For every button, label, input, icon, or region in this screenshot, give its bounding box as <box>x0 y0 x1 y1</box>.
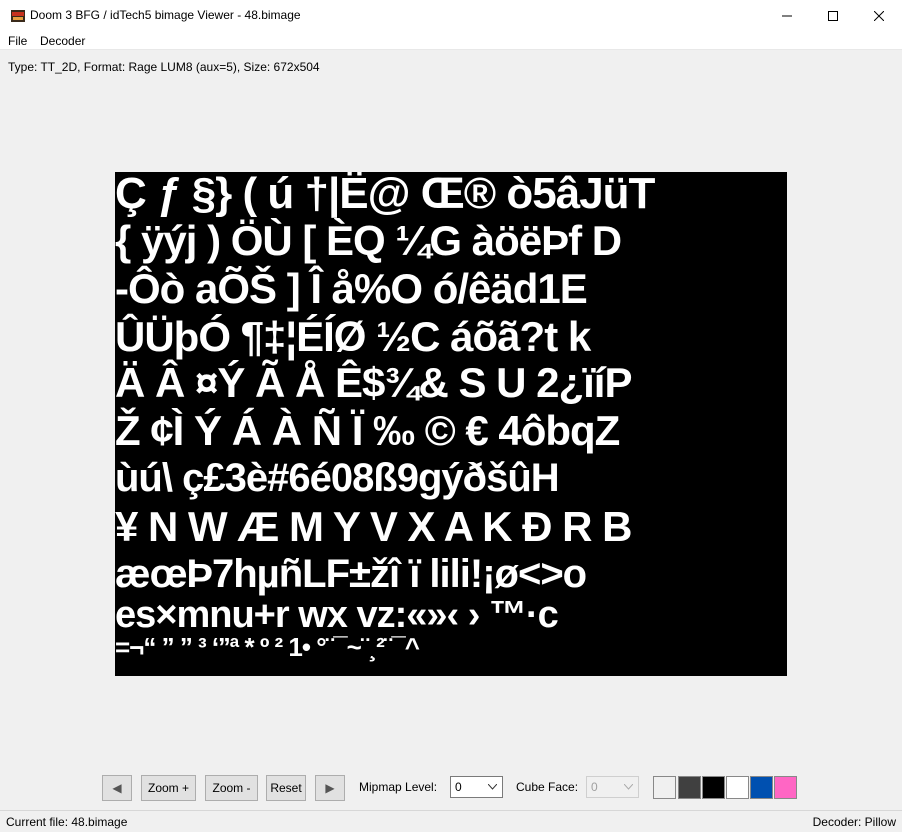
current-file-status: Current file: 48.bimage <box>6 815 128 829</box>
mipmap-value: 0 <box>455 780 462 794</box>
glyph-row: -Ôò aÕŠ ] Î å%O ó/êäd1E <box>115 265 588 312</box>
minimize-button[interactable] <box>764 0 810 31</box>
glyph-row: Ç ƒ §} ( ú †|Ë@ Œ® ò5âJüT <box>115 172 655 218</box>
prev-button[interactable]: ◀ <box>102 775 132 801</box>
title-bar: Doom 3 BFG / idTech5 bimage Viewer - 48.… <box>0 0 902 31</box>
zoom-out-button[interactable]: Zoom - <box>205 775 258 801</box>
glyph-row: Ä Â ¤Ý Ã Å Ê$¾& S U 2¿ïíP <box>115 359 632 406</box>
glyph-row: ùú\ ç£3è#6é08ß9gýðšûH <box>115 456 560 500</box>
glyph-row: ÛÜþÓ ¶‡¦ÉÍØ ½C áõã?t k <box>115 313 591 360</box>
glyph-row: =¬“ ” ” ³ ‘’’ª * º ² 1• °¨¯~¨¸²¨¯^ <box>115 632 420 662</box>
cube-face-select[interactable]: 0 <box>586 776 639 798</box>
menu-file[interactable]: File <box>8 34 27 48</box>
glyph-row: es×mnu+r wx vz:«»‹ › ™·c <box>115 594 559 636</box>
mipmap-select[interactable]: 0 <box>450 776 503 798</box>
image-canvas[interactable]: Ç ƒ §} ( ú †|Ë@ Œ® ò5âJüT { ÿýj ) ÖÙ [ È… <box>115 172 787 676</box>
status-bar: Current file: 48.bimage Decoder: Pillow <box>0 810 902 832</box>
glyph-row: Ž ¢Ì Ý Á À Ñ Ï ‰ © € 4ôbqZ <box>115 407 620 454</box>
glyph-row: ¥ N W Æ M Y V X A K Đ R B <box>115 503 632 550</box>
background-swatch-dark-gray[interactable] <box>678 776 701 799</box>
glyph-row: { ÿýj ) ÖÙ [ ÈQ ¼G àöëÞf D <box>115 217 622 264</box>
chevron-down-icon <box>488 784 497 790</box>
background-swatch-black[interactable] <box>702 776 725 799</box>
cube-face-value: 0 <box>591 780 598 794</box>
maximize-icon <box>828 10 838 21</box>
decoder-status: Decoder: Pillow <box>812 815 896 829</box>
doom-app-icon <box>10 8 26 24</box>
cube-face-label: Cube Face: <box>516 780 579 794</box>
menu-decoder[interactable]: Decoder <box>40 34 85 48</box>
next-button[interactable]: ▶ <box>315 775 345 801</box>
menu-bar: File Decoder <box>0 31 902 50</box>
glyph-row: æœÞ7hµñLF±žî ï lili!¡ø<>o <box>115 552 587 596</box>
minimize-icon <box>782 15 792 16</box>
window-title: Doom 3 BFG / idTech5 bimage Viewer - 48.… <box>30 8 301 22</box>
background-swatch-light[interactable] <box>653 776 676 799</box>
background-swatch-blue[interactable] <box>750 776 773 799</box>
mipmap-label: Mipmap Level: <box>359 780 438 794</box>
image-info: Type: TT_2D, Format: Rage LUM8 (aux=5), … <box>8 60 320 74</box>
close-icon <box>874 10 884 21</box>
chevron-down-icon <box>624 784 633 790</box>
background-swatch-white[interactable] <box>726 776 749 799</box>
toolbar: ◀ Zoom + Zoom - Reset ▶ Mipmap Level: 0 … <box>0 770 902 804</box>
background-swatch-pink[interactable] <box>774 776 797 799</box>
reset-button[interactable]: Reset <box>266 775 306 801</box>
close-button[interactable] <box>856 0 902 31</box>
zoom-in-button[interactable]: Zoom + <box>141 775 196 801</box>
maximize-button[interactable] <box>810 0 856 31</box>
